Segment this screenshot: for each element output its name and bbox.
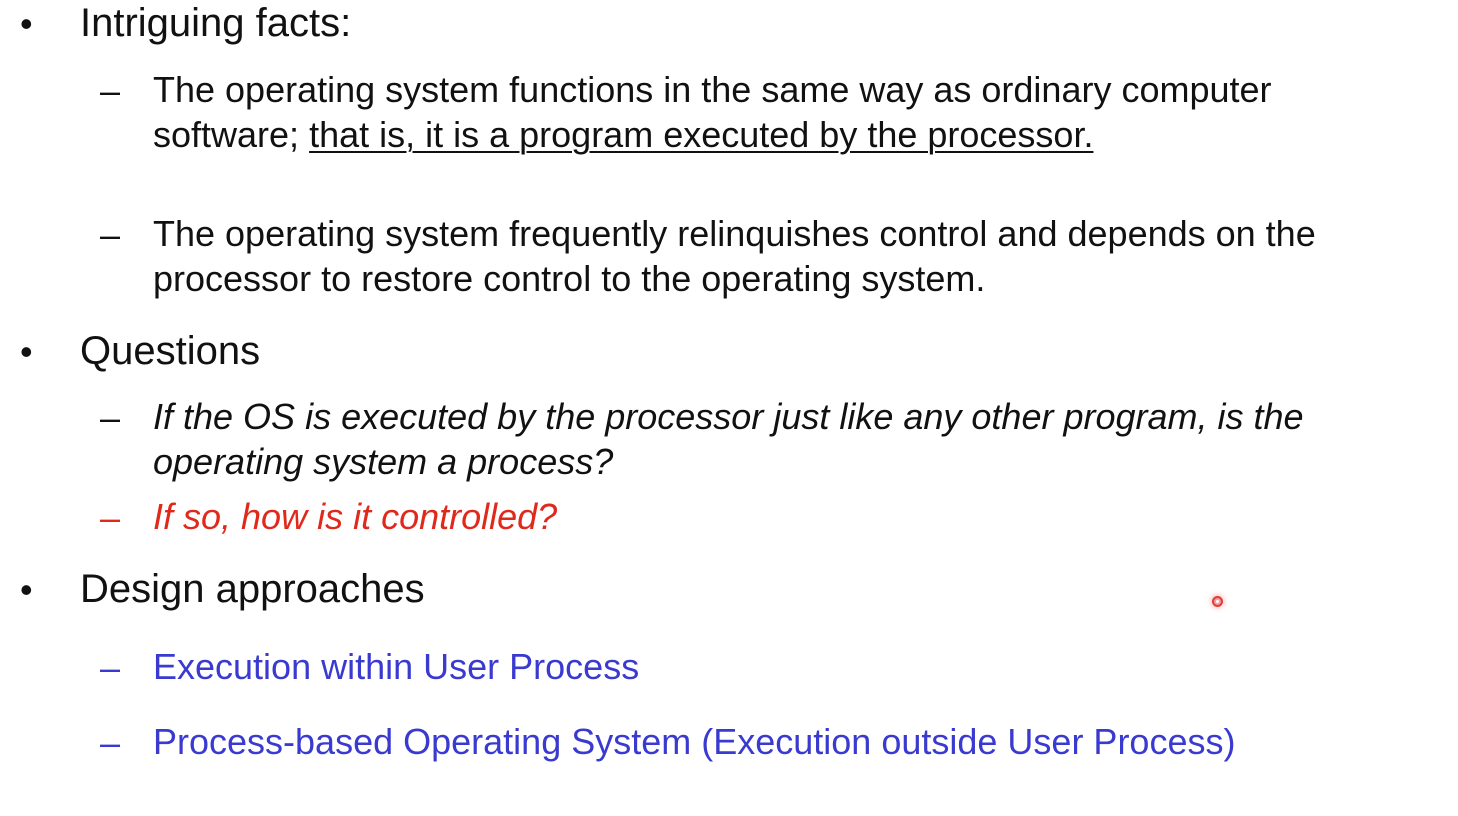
approach-item-2: Process-based Operating System (Executio… xyxy=(153,721,1236,762)
dash-marker-red: – xyxy=(100,497,121,538)
fact-item-1-underlined: that is, it is a program executed by the… xyxy=(309,114,1094,155)
bullet-marker: • xyxy=(20,331,33,372)
heading-design-approaches: Design approaches xyxy=(80,567,425,611)
fact-item-1: The operating system functions in the sa… xyxy=(153,67,1283,157)
dash-marker: – xyxy=(100,214,121,255)
dash-marker-blue: – xyxy=(100,722,121,763)
dash-marker-blue: – xyxy=(100,647,121,688)
slide: • Intriguing facts: – The operating syst… xyxy=(0,0,1458,816)
question-item-2: If so, how is it controlled? xyxy=(153,496,558,537)
approach-item-1: Execution within User Process xyxy=(153,646,640,687)
bullet-marker: • xyxy=(20,3,33,44)
fact-item-2: The operating system frequently relinqui… xyxy=(153,213,1316,299)
question-item-1: If the OS is executed by the processor j… xyxy=(153,396,1304,482)
laser-pointer-icon xyxy=(1212,596,1223,607)
dash-marker: – xyxy=(100,397,121,438)
dash-marker: – xyxy=(100,70,121,111)
heading-intriguing-facts: Intriguing facts: xyxy=(80,1,352,45)
bullet-marker: • xyxy=(20,569,33,610)
heading-questions: Questions xyxy=(80,329,261,373)
